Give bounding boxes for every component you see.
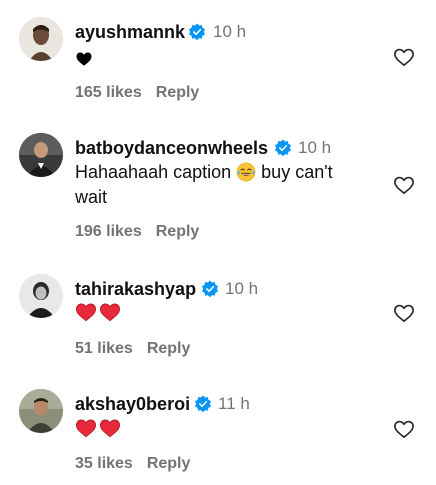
verified-badge-icon bbox=[274, 139, 292, 157]
likes-count[interactable]: 165 likes bbox=[75, 83, 142, 103]
comment-meta: 51 likes Reply bbox=[75, 339, 190, 359]
likes-count[interactable]: 51 likes bbox=[75, 339, 133, 359]
comment-meta: 196 likes Reply bbox=[75, 222, 199, 242]
timestamp[interactable]: 10 h bbox=[225, 278, 258, 300]
reply-button[interactable]: Reply bbox=[147, 454, 191, 474]
avatar[interactable] bbox=[19, 17, 63, 61]
comment-text-part: buy can't bbox=[261, 162, 333, 182]
verified-badge-icon bbox=[194, 395, 212, 413]
timestamp[interactable]: 11 h bbox=[218, 393, 250, 415]
comment-meta: 35 likes Reply bbox=[75, 454, 190, 474]
likes-count[interactable]: 196 likes bbox=[75, 222, 142, 242]
avatar[interactable] bbox=[19, 133, 63, 177]
red-heart-icon bbox=[99, 303, 121, 322]
red-heart-icon bbox=[75, 303, 97, 322]
likes-count[interactable]: 35 likes bbox=[75, 454, 133, 474]
timestamp[interactable]: 10 h bbox=[298, 137, 331, 159]
reply-button[interactable]: Reply bbox=[156, 222, 200, 242]
comment-reaction bbox=[75, 48, 93, 70]
comment-text: Hahaahaah caption buy can't wait bbox=[75, 160, 375, 210]
tears-of-joy-emoji-icon bbox=[236, 162, 256, 182]
avatar-image bbox=[19, 133, 63, 177]
heart-outline-icon[interactable] bbox=[393, 175, 415, 195]
heart-outline-icon[interactable] bbox=[393, 303, 415, 323]
avatar-image bbox=[19, 17, 63, 61]
black-heart-icon bbox=[76, 52, 92, 66]
comment-text-part: Hahaahaah caption bbox=[75, 162, 232, 182]
reply-button[interactable]: Reply bbox=[156, 83, 200, 103]
comment-text-part: wait bbox=[75, 187, 108, 207]
username[interactable]: tahirakashyap bbox=[75, 278, 196, 300]
avatar[interactable] bbox=[19, 389, 63, 433]
username[interactable]: ayushmannk bbox=[75, 21, 185, 43]
heart-outline-icon[interactable] bbox=[393, 47, 415, 67]
avatar-image bbox=[19, 389, 63, 433]
reply-button[interactable]: Reply bbox=[147, 339, 191, 359]
username[interactable]: akshay0beroi bbox=[75, 393, 190, 415]
avatar-image bbox=[19, 274, 63, 318]
timestamp[interactable]: 10 h bbox=[213, 21, 246, 43]
comment-meta: 165 likes Reply bbox=[75, 83, 199, 103]
comment-reaction bbox=[75, 418, 121, 440]
avatar[interactable] bbox=[19, 274, 63, 318]
comment-reaction bbox=[75, 302, 121, 324]
username[interactable]: batboydanceonwheels bbox=[75, 137, 268, 159]
verified-badge-icon bbox=[201, 280, 219, 298]
verified-badge-icon bbox=[188, 23, 206, 41]
red-heart-icon bbox=[99, 419, 121, 438]
heart-outline-icon[interactable] bbox=[393, 419, 415, 439]
red-heart-icon bbox=[75, 419, 97, 438]
